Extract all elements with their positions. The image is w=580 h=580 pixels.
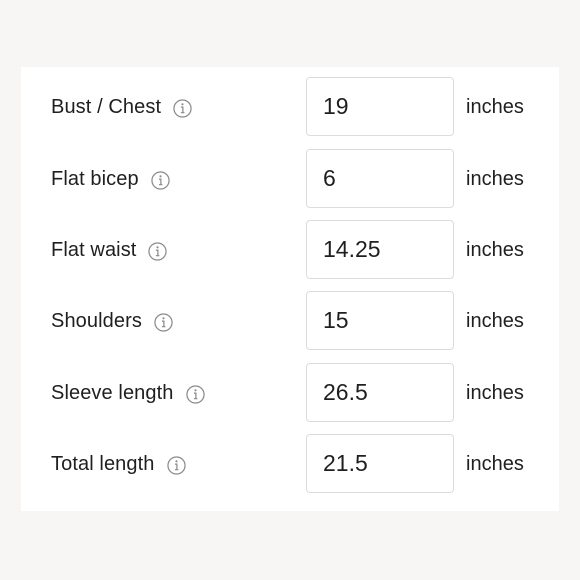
- measurement-row-sleeve-length: Sleeve length inches: [21, 363, 559, 423]
- info-icon[interactable]: [151, 170, 170, 190]
- measurement-label-group: Flat bicep: [51, 149, 170, 209]
- measurement-label: Shoulders: [51, 309, 142, 332]
- flat-waist-input[interactable]: [307, 221, 443, 278]
- measurement-row-flat-waist: Flat waist inches: [21, 220, 559, 280]
- measurement-row-total-length: Total length inches: [21, 434, 559, 494]
- total-length-input[interactable]: [307, 435, 443, 492]
- info-icon[interactable]: [154, 312, 173, 332]
- measurement-row-shoulders: Shoulders inches: [21, 291, 559, 351]
- measurements-form: Bust / Chest inches Flat bicep inches Fl…: [21, 67, 559, 511]
- flat-bicep-input[interactable]: [307, 150, 443, 207]
- measurement-row-flat-bicep: Flat bicep inches: [21, 149, 559, 209]
- measurement-row-bust-chest: Bust / Chest inches: [21, 77, 559, 137]
- measurement-label: Flat waist: [51, 238, 137, 261]
- measurement-label: Total length: [51, 452, 155, 475]
- unit-label: inches: [466, 310, 524, 332]
- unit-label: inches: [466, 96, 524, 118]
- info-icon[interactable]: [185, 384, 205, 404]
- measurement-label-group: Total length: [51, 434, 186, 494]
- total-length-field[interactable]: [306, 434, 454, 493]
- measurement-label-group: Sleeve length: [51, 363, 205, 423]
- unit-label: inches: [466, 382, 524, 404]
- bust-chest-field[interactable]: [306, 77, 454, 136]
- info-icon[interactable]: [173, 98, 192, 118]
- sleeve-length-input[interactable]: [307, 364, 443, 421]
- info-icon[interactable]: [148, 241, 168, 261]
- shoulders-field[interactable]: [306, 291, 454, 350]
- shoulders-input[interactable]: [307, 292, 443, 349]
- flat-bicep-field[interactable]: [306, 149, 454, 208]
- unit-label: inches: [466, 168, 524, 190]
- info-icon[interactable]: [166, 455, 186, 475]
- unit-label: inches: [466, 453, 524, 475]
- measurement-label: Bust / Chest: [51, 95, 162, 118]
- measurement-label: Sleeve length: [51, 381, 174, 404]
- measurement-label-group: Shoulders: [51, 291, 173, 351]
- measurement-label: Flat bicep: [51, 167, 139, 190]
- sleeve-length-field[interactable]: [306, 363, 454, 422]
- measurement-label-group: Flat waist: [51, 220, 168, 280]
- bust-chest-input[interactable]: [307, 78, 443, 135]
- unit-label: inches: [466, 239, 524, 261]
- flat-waist-field[interactable]: [306, 220, 454, 279]
- measurement-label-group: Bust / Chest: [51, 77, 192, 137]
